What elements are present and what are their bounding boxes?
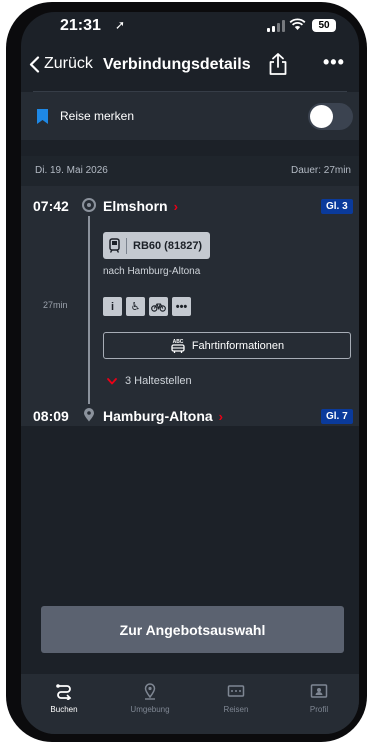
location-pin-icon: [144, 683, 156, 700]
departure-station-name: Elmshorn: [103, 198, 168, 214]
location-arrow-icon: ➚: [115, 18, 126, 32]
profile-icon: [310, 684, 328, 698]
departure-track-badge: Gl. 3: [321, 199, 353, 214]
svg-text:ABC: ABC: [172, 339, 183, 345]
arrival-track-badge: Gl. 7: [321, 409, 353, 424]
status-bar: 21:31 ➚ 50: [21, 12, 359, 44]
arrival-time: 08:09: [33, 408, 69, 424]
bicycle-icon[interactable]: [149, 297, 168, 316]
amenities: i ♿ •••: [103, 297, 191, 316]
save-trip-toggle[interactable]: [308, 103, 353, 130]
trip-info-label: Fahrtinformationen: [191, 339, 285, 352]
route-line: [88, 216, 90, 404]
tab-label: Buchen: [50, 705, 78, 714]
cellular-signal-icon: [267, 20, 285, 32]
save-trip-row: Reise merken: [21, 92, 359, 140]
chevron-right-icon: ›: [218, 408, 224, 424]
departure-time: 07:42: [33, 198, 69, 214]
train-badge[interactable]: RB60 (81827): [103, 232, 211, 259]
arrival-pin-icon: [84, 408, 94, 422]
share-icon[interactable]: [267, 52, 289, 76]
badge-separator: [126, 237, 127, 254]
tab-profil[interactable]: Profil: [279, 682, 359, 714]
chevron-right-icon: ›: [173, 198, 178, 214]
tab-label: Profil: [309, 705, 329, 714]
tab-label: Reisen: [223, 705, 249, 714]
wheelchair-icon[interactable]: ♿: [126, 297, 145, 316]
train-direction: nach Hamburg-Altona: [103, 266, 201, 277]
tab-bar: Buchen Umgebung Reisen Profil: [21, 674, 359, 734]
bus-abc-icon: ABC: [171, 339, 185, 353]
back-button[interactable]: Zurück: [29, 55, 93, 73]
more-options-icon[interactable]: •••: [323, 52, 345, 73]
status-time: 21:31: [60, 17, 101, 34]
journey-card: 07:42 Elmshorn › Gl. 3 RB60 (81827) nach…: [21, 186, 359, 426]
tab-umgebung[interactable]: Umgebung: [110, 682, 190, 714]
wifi-icon: [289, 18, 306, 30]
ticket-icon: [227, 685, 245, 697]
nav-bar: Zurück Verbindungsdetails •••: [21, 52, 359, 92]
back-label: Zurück: [44, 55, 93, 72]
chevron-down-icon: [107, 377, 117, 384]
screen: 21:31 ➚ 50 Zurück Verbindungsdetails •••: [21, 12, 359, 734]
info-icon[interactable]: i: [103, 297, 122, 316]
offer-selection-button[interactable]: Zur Angebotsauswahl: [41, 606, 344, 653]
chevron-left-icon: [29, 55, 40, 73]
segment-duration: 27min: [43, 300, 68, 310]
toggle-knob: [310, 105, 333, 128]
bookmark-icon: [37, 109, 48, 124]
trip-info-button[interactable]: ABC Fahrtinformationen: [103, 332, 351, 359]
trip-duration: Dauer: 27min: [290, 165, 351, 176]
tab-label: Umgebung: [130, 705, 170, 714]
stops-expander[interactable]: 3 Haltestellen: [107, 375, 192, 387]
battery-indicator: 50: [312, 19, 336, 32]
page-title: Verbindungsdetails: [103, 56, 251, 73]
departure-station[interactable]: Elmshorn ›: [103, 198, 178, 214]
trip-date-row: Di. 19. Mai 2026 Dauer: 27min: [21, 156, 359, 186]
route-icon: [56, 684, 72, 700]
tab-reisen[interactable]: Reisen: [196, 682, 276, 714]
more-icon[interactable]: •••: [172, 297, 191, 316]
save-trip-label: Reise merken: [60, 109, 135, 123]
tab-buchen[interactable]: Buchen: [24, 682, 104, 714]
departure-marker-icon: [82, 198, 96, 212]
stops-label: 3 Haltestellen: [125, 375, 192, 387]
train-number: RB60 (81827): [133, 239, 203, 252]
arrival-station[interactable]: Hamburg-Altona ›: [103, 408, 223, 424]
train-icon: [109, 238, 120, 253]
trip-date: Di. 19. Mai 2026: [35, 165, 108, 176]
arrival-station-name: Hamburg-Altona: [103, 408, 213, 424]
